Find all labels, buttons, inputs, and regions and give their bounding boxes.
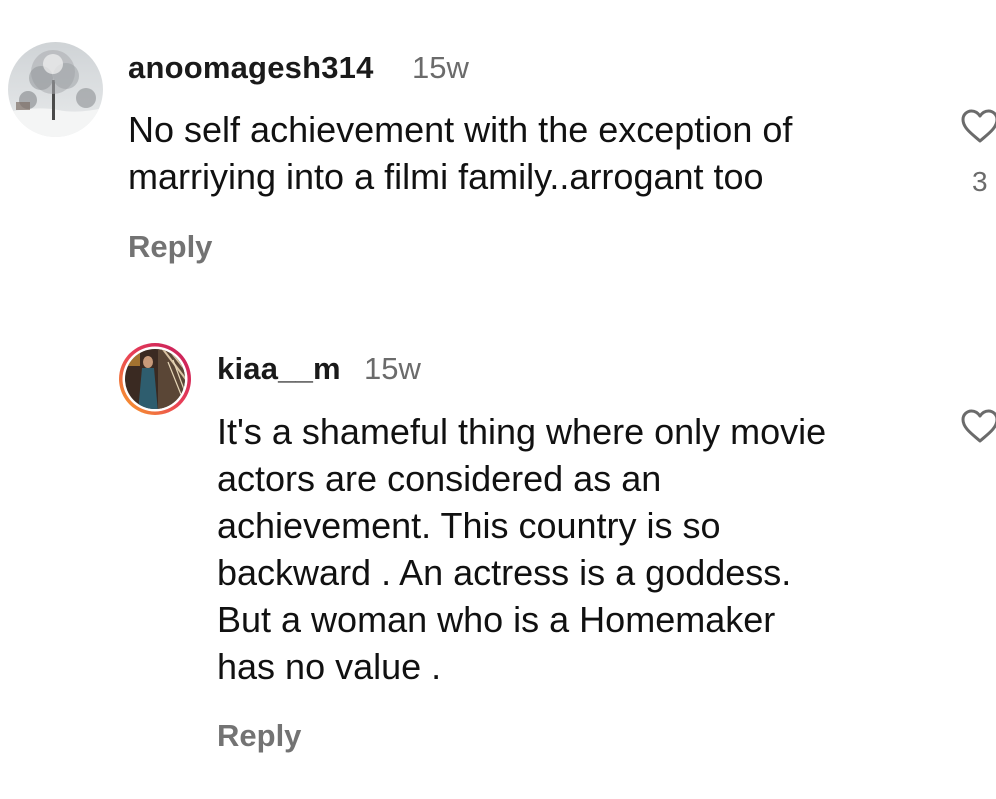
comment-text: No self achievement with the exception o… (128, 109, 793, 197)
avatar[interactable] (118, 342, 192, 416)
comment-text: It's a shameful thing where only movie a… (217, 411, 827, 687)
heart-icon[interactable] (960, 408, 996, 444)
reply-button[interactable]: Reply (217, 718, 301, 754)
reply-button[interactable]: Reply (128, 229, 212, 265)
timestamp: 15w (412, 50, 469, 85)
like-count: 3 (972, 166, 988, 197)
avatar[interactable] (8, 42, 103, 137)
timestamp: 15w (364, 351, 421, 386)
username[interactable]: anoomagesh314 (128, 50, 374, 86)
heart-icon[interactable] (960, 108, 996, 144)
username[interactable]: kiaa__m (217, 351, 341, 387)
